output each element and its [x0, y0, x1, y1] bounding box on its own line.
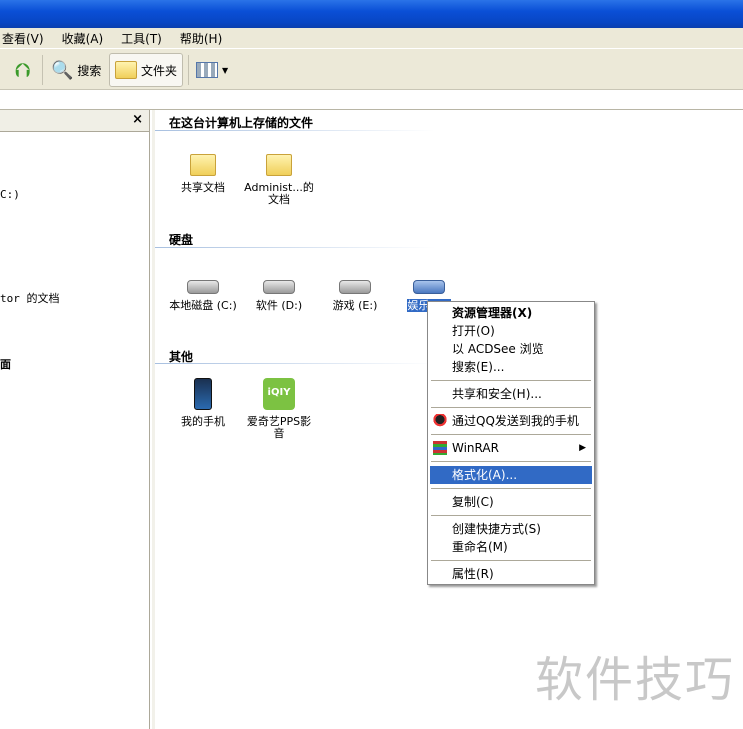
- menu-item-search[interactable]: 搜索(E)...: [430, 358, 592, 376]
- menu-favorites[interactable]: 收藏(A): [60, 28, 112, 48]
- folders-label: 文件夹: [141, 63, 178, 78]
- hard-drive-icon: [187, 280, 219, 294]
- menu-help[interactable]: 帮助(H): [178, 28, 230, 48]
- search-icon: 🔍: [51, 59, 74, 81]
- views-icon: [196, 62, 218, 78]
- submenu-arrow-icon: ▶: [579, 443, 586, 453]
- item-label: 爱奇艺PPS影音: [246, 415, 312, 440]
- watermark: 软件技巧: [534, 652, 735, 708]
- folder-icon: [115, 61, 137, 79]
- folder-icon: [190, 154, 216, 176]
- shared-docs[interactable]: 共享文档: [167, 148, 239, 194]
- address-bar[interactable]: [0, 90, 743, 110]
- views-button[interactable]: ▼: [191, 53, 233, 87]
- item-label: 软件 (D:): [255, 299, 303, 312]
- toolbar: ⮉ 🔍 搜索 文件夹 ▼: [0, 48, 743, 90]
- menu-item-acdsee[interactable]: 以 ACDSee 浏览: [430, 340, 592, 358]
- hard-drive-icon: [413, 280, 445, 294]
- drive-d[interactable]: 软件 (D:): [243, 266, 315, 312]
- item-label: 我的手机: [181, 415, 225, 428]
- my-phone[interactable]: 我的手机: [167, 376, 239, 428]
- menu-item-qq-send[interactable]: 通过QQ发送到我的手机: [430, 412, 592, 430]
- menu-item-rename[interactable]: 重命名(M): [430, 538, 592, 556]
- menu-item-sharing[interactable]: 共享和安全(H)...: [430, 385, 592, 403]
- menu-item-copy[interactable]: 复制(C): [430, 493, 592, 511]
- item-label: 共享文档: [181, 181, 225, 194]
- iqiyi-icon: iQIY: [263, 378, 295, 410]
- menu-item-winrar[interactable]: WinRAR ▶: [430, 439, 592, 457]
- folders-button[interactable]: 文件夹: [109, 53, 183, 87]
- menu-item-label: WinRAR: [452, 441, 499, 455]
- winrar-icon: [433, 441, 447, 455]
- menu-bar: 查看(V) 收藏(A) 工具(T) 帮助(H): [0, 28, 743, 48]
- tree-item[interactable]: 面: [0, 356, 11, 372]
- folder-icon: [266, 154, 292, 176]
- menu-item-format[interactable]: 格式化(A)...: [430, 466, 592, 484]
- title-bar: [0, 0, 743, 28]
- menu-item-explorer[interactable]: 资源管理器(X): [430, 304, 592, 322]
- drive-e[interactable]: 游戏 (E:): [319, 266, 391, 312]
- search-label: 搜索: [77, 63, 102, 78]
- section-title: 在这台计算机上存储的文件: [169, 116, 314, 130]
- qq-penguin-icon: [433, 414, 447, 428]
- chevron-down-icon: ▼: [222, 65, 229, 75]
- menu-item-open[interactable]: 打开(O): [430, 322, 592, 340]
- tree-item[interactable]: tor 的文档: [0, 290, 60, 306]
- folders-pane: × C:) tor 的文档 面: [0, 110, 150, 729]
- item-label: 本地磁盘 (C:): [169, 299, 237, 312]
- menu-item-create-shortcut[interactable]: 创建快捷方式(S): [430, 520, 592, 538]
- hard-drive-icon: [263, 280, 295, 294]
- context-menu: 资源管理器(X) 打开(O) 以 ACDSee 浏览 搜索(E)... 共享和安…: [427, 301, 595, 585]
- item-label: Administ...的文档: [244, 181, 314, 206]
- drive-c[interactable]: 本地磁盘 (C:): [167, 266, 239, 312]
- tree-item[interactable]: C:): [0, 188, 20, 201]
- admin-docs[interactable]: Administ...的文档: [243, 148, 315, 206]
- section-title: 硬盘: [169, 233, 194, 247]
- menu-view[interactable]: 查看(V): [0, 28, 52, 48]
- menu-item-properties[interactable]: 属性(R): [430, 565, 592, 583]
- hard-drive-icon: [339, 280, 371, 294]
- up-button[interactable]: ⮉: [10, 53, 35, 87]
- item-label: 游戏 (E:): [332, 299, 378, 312]
- iqiyi-pps[interactable]: iQIY 爱奇艺PPS影音: [243, 376, 315, 440]
- close-icon[interactable]: ×: [132, 112, 143, 127]
- phone-icon: [194, 378, 212, 410]
- menu-item-label: 通过QQ发送到我的手机: [452, 414, 579, 428]
- menu-tools[interactable]: 工具(T): [119, 28, 170, 48]
- search-button[interactable]: 🔍 搜索: [46, 53, 106, 87]
- folder-up-icon: ⮉: [15, 58, 31, 82]
